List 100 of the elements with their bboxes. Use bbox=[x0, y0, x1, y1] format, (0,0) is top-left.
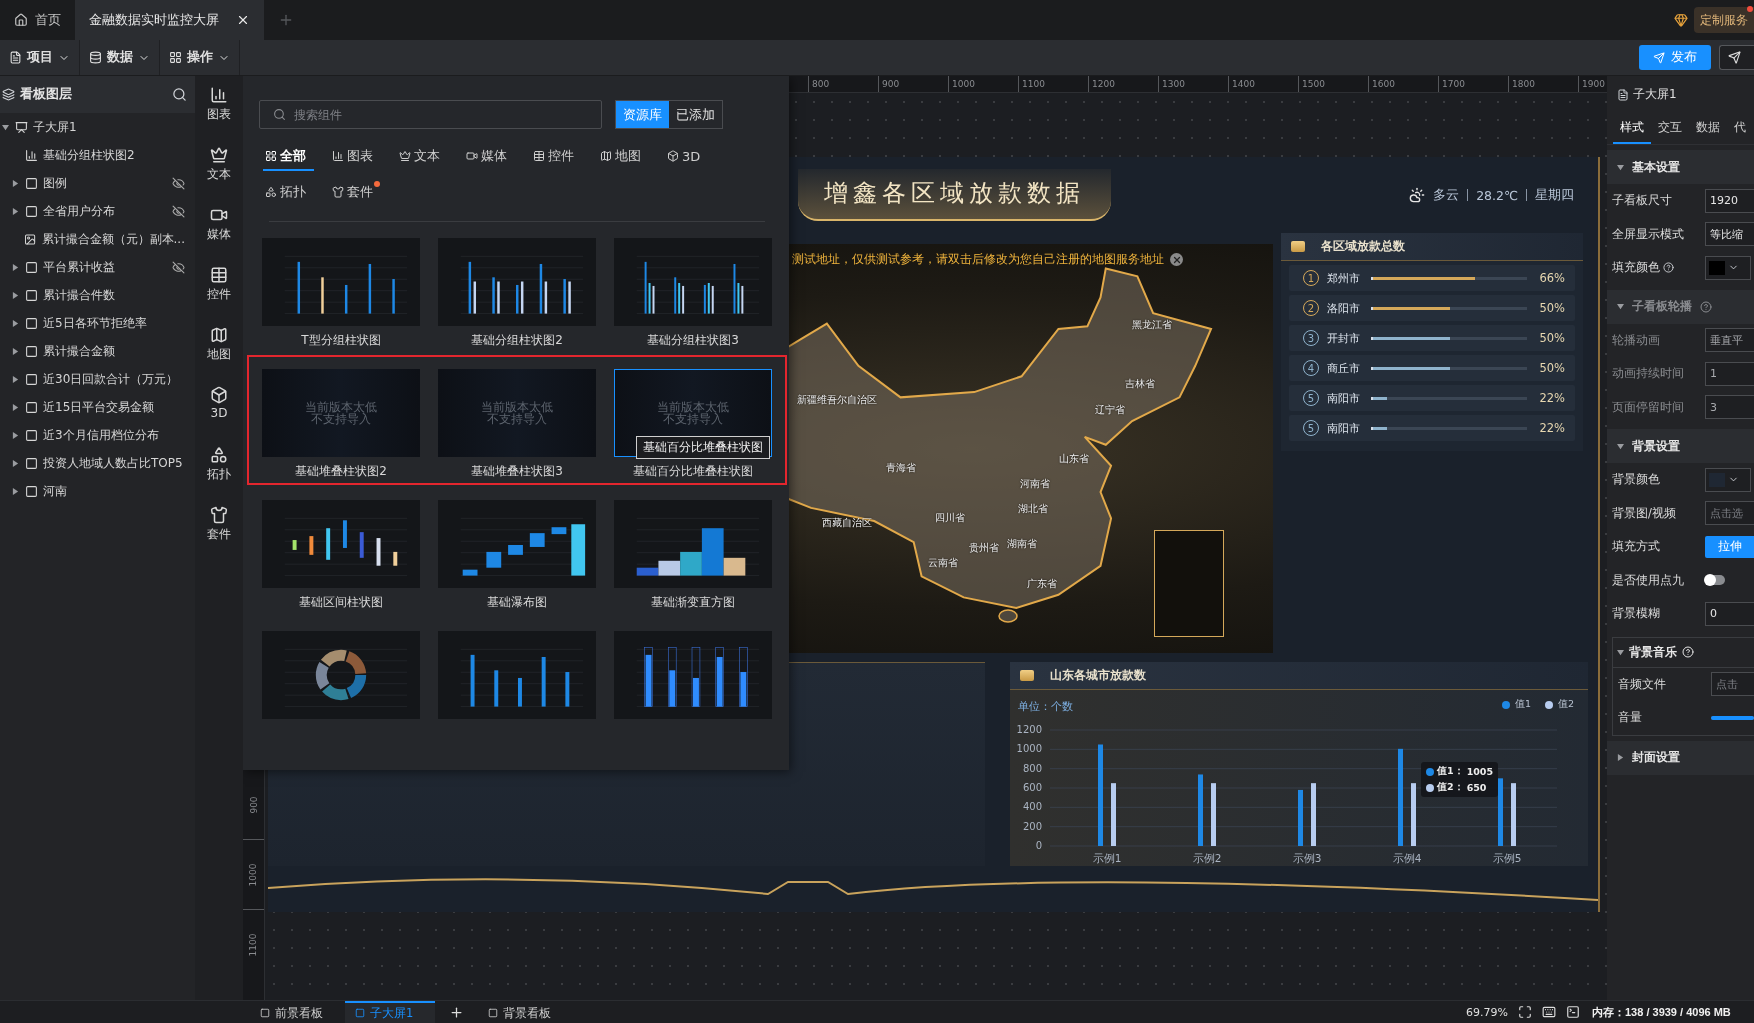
caret-icon[interactable] bbox=[11, 459, 19, 467]
send-button[interactable] bbox=[1719, 45, 1754, 70]
layer-item[interactable]: 近15日平台交易金额 bbox=[0, 393, 195, 421]
component-thumbnail[interactable] bbox=[438, 631, 596, 719]
hidden-eye-icon[interactable] bbox=[172, 176, 185, 190]
asset-category-button[interactable]: 套件 bbox=[197, 502, 241, 562]
province-label: 青海省 bbox=[886, 461, 916, 475]
component-thumbnail[interactable] bbox=[262, 500, 420, 588]
category-tab[interactable]: 控件 bbox=[531, 143, 582, 171]
category-tab[interactable]: 拓扑 bbox=[263, 179, 314, 207]
component-thumbnail[interactable] bbox=[614, 631, 772, 719]
layer-item[interactable]: 子大屏1 bbox=[0, 113, 195, 141]
layer-item[interactable]: 全省用户分布 bbox=[0, 197, 195, 225]
caret-icon[interactable] bbox=[11, 207, 19, 215]
custom-service-button[interactable]: 定制服务 bbox=[1694, 7, 1754, 33]
component-thumbnail[interactable] bbox=[262, 238, 420, 326]
caret-icon[interactable] bbox=[1617, 442, 1624, 450]
layer-item[interactable]: 投资人地域人数占比TOP5 bbox=[0, 449, 195, 477]
caret-icon[interactable] bbox=[11, 431, 19, 439]
component-thumbnail[interactable] bbox=[262, 631, 420, 719]
asset-category-button[interactable]: 文本 bbox=[197, 142, 241, 202]
add-icon[interactable] bbox=[449, 1004, 465, 1020]
inspector-tab[interactable]: 交互 bbox=[1651, 113, 1689, 144]
fit-screen-icon[interactable] bbox=[1518, 1005, 1532, 1019]
category-tab[interactable]: 地图 bbox=[598, 143, 649, 171]
section-header[interactable]: 封面设置 bbox=[1607, 740, 1754, 775]
inspector-tab[interactable]: 样式 bbox=[1613, 113, 1651, 144]
board-tab[interactable]: 前景看板 bbox=[250, 1001, 345, 1023]
category-tab[interactable]: 3D bbox=[665, 143, 709, 171]
caret-icon[interactable] bbox=[1, 123, 9, 131]
caret-icon[interactable] bbox=[1617, 648, 1624, 656]
hidden-eye-icon[interactable] bbox=[172, 260, 185, 274]
caret-icon[interactable] bbox=[1617, 754, 1624, 761]
asset-category-button[interactable]: 地图 bbox=[197, 322, 241, 382]
layer-item[interactable]: 近30日回款合计（万元） bbox=[0, 365, 195, 393]
inspector-tab[interactable]: 代 bbox=[1727, 113, 1753, 144]
toggle-switch[interactable] bbox=[1705, 575, 1725, 586]
layer-item[interactable]: 基础分组柱状图2 bbox=[0, 141, 195, 169]
layer-item[interactable]: 累计撮合金额（元）副本... bbox=[0, 225, 195, 253]
asset-category-button[interactable]: 拓扑 bbox=[197, 442, 241, 502]
caret-icon[interactable] bbox=[11, 487, 19, 495]
component-thumbnail[interactable] bbox=[614, 238, 772, 326]
shapes-icon bbox=[210, 446, 228, 464]
layer-item[interactable]: 平台累计收益 bbox=[0, 253, 195, 281]
layer-item[interactable]: 河南 bbox=[0, 477, 195, 505]
browser-tab[interactable]: 金融数据实时监控大屏 bbox=[75, 0, 264, 40]
caret-icon[interactable] bbox=[11, 375, 19, 383]
asset-category-button[interactable]: 3D bbox=[197, 382, 241, 442]
input-field[interactable]: 等比缩 bbox=[1705, 222, 1754, 247]
layer-item[interactable]: 近5日各环节拒绝率 bbox=[0, 309, 195, 337]
board-tab[interactable]: 背景看板 bbox=[478, 1001, 574, 1023]
close-icon[interactable] bbox=[1170, 253, 1183, 266]
asset-category-button[interactable]: 控件 bbox=[197, 262, 241, 322]
keyboard-icon[interactable] bbox=[1542, 1005, 1556, 1019]
category-tab[interactable]: 全部 bbox=[263, 143, 314, 171]
section-header[interactable]: 基本设置 bbox=[1607, 150, 1754, 184]
color-picker[interactable] bbox=[1705, 255, 1751, 280]
input-field[interactable]: 1920 bbox=[1705, 188, 1754, 213]
color-picker[interactable] bbox=[1705, 467, 1751, 492]
close-icon[interactable] bbox=[236, 13, 250, 27]
inspector-tab[interactable]: 数据 bbox=[1689, 113, 1727, 144]
menu-button[interactable]: 项目 bbox=[0, 40, 80, 75]
section-header[interactable]: 背景设置 bbox=[1607, 429, 1754, 463]
layer-item[interactable]: 图例 bbox=[0, 169, 195, 197]
input-field[interactable]: 点击选 bbox=[1705, 501, 1754, 526]
asset-category-button[interactable]: 图表 bbox=[197, 82, 241, 142]
asset-category-button[interactable]: 媒体 bbox=[197, 202, 241, 262]
help-icon[interactable] bbox=[1663, 262, 1674, 274]
terminal-icon[interactable] bbox=[1566, 1005, 1580, 1019]
caret-icon[interactable] bbox=[11, 291, 19, 299]
category-tab[interactable]: 文本 bbox=[397, 143, 448, 171]
layer-item[interactable]: 累计撮合金额 bbox=[0, 337, 195, 365]
category-tab[interactable]: 媒体 bbox=[464, 143, 515, 171]
ruler-label: 1000 bbox=[952, 79, 975, 89]
caret-icon[interactable] bbox=[1617, 163, 1624, 171]
component-thumbnail[interactable] bbox=[614, 500, 772, 588]
search-field[interactable]: 搜索组件 bbox=[259, 100, 602, 129]
input-field[interactable]: 点击 bbox=[1711, 672, 1754, 697]
category-tab[interactable]: 图表 bbox=[330, 143, 381, 171]
caret-icon[interactable] bbox=[11, 319, 19, 327]
menu-button[interactable]: 操作 bbox=[160, 40, 240, 75]
volume-slider[interactable] bbox=[1711, 715, 1754, 720]
caret-icon[interactable] bbox=[11, 347, 19, 355]
input-field[interactable]: 0 bbox=[1705, 601, 1754, 626]
browser-tab[interactable]: 首页 bbox=[0, 0, 75, 40]
send-icon bbox=[1728, 51, 1741, 64]
menu-button[interactable]: 数据 bbox=[80, 40, 160, 75]
hidden-eye-icon[interactable] bbox=[172, 204, 185, 218]
caret-icon[interactable] bbox=[11, 179, 19, 187]
axis-label: 1000 bbox=[1016, 743, 1042, 755]
section-header[interactable]: 背景音乐 bbox=[1613, 637, 1754, 668]
layer-item[interactable]: 累计撮合件数 bbox=[0, 281, 195, 309]
caret-icon[interactable] bbox=[11, 403, 19, 411]
caret-icon[interactable] bbox=[11, 263, 19, 271]
search-icon[interactable] bbox=[172, 87, 187, 102]
layer-item[interactable]: 近3个月信用档位分布 bbox=[0, 421, 195, 449]
component-thumbnail[interactable] bbox=[438, 500, 596, 588]
board-tab[interactable]: 子大屏1 bbox=[345, 1001, 436, 1023]
category-tab[interactable]: 套件 bbox=[330, 179, 381, 207]
component-thumbnail[interactable] bbox=[438, 238, 596, 326]
